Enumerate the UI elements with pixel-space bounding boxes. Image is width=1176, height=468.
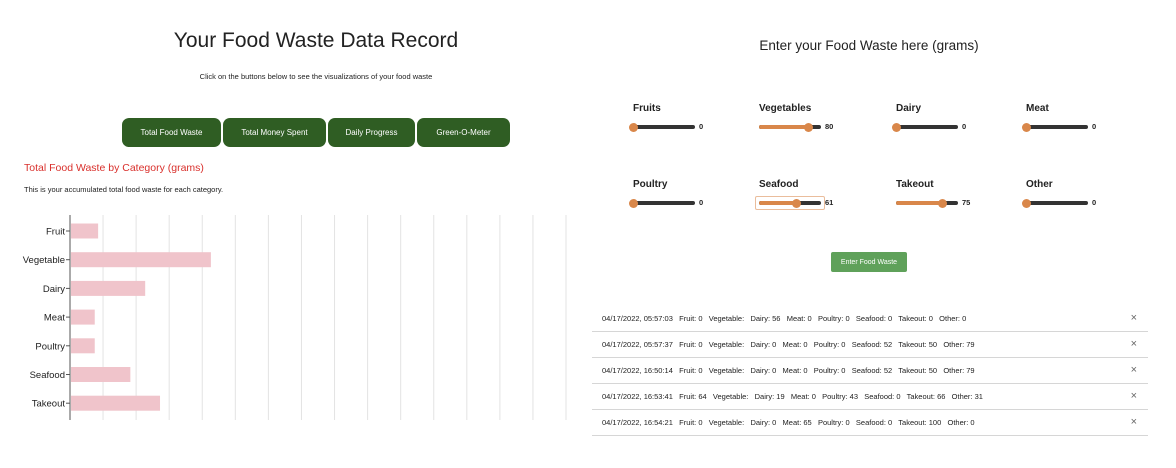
slider-meat: Meat 0 bbox=[1021, 103, 1146, 133]
slider-label: Seafood bbox=[759, 179, 799, 190]
food-waste-bar-chart: Fruit Vegetable Dairy Meat Poultry Seafood Tak… bbox=[0, 210, 580, 430]
bar-vegetable bbox=[71, 252, 211, 268]
log-entry-text: 04/17/2022, 16:50:14 Fruit: 0 Vegetable:… bbox=[602, 366, 975, 375]
bar-takeout bbox=[71, 395, 161, 411]
page-subtitle: Click on the buttons below to see the vi… bbox=[199, 72, 433, 81]
fruits-slider[interactable] bbox=[628, 122, 695, 132]
other-slider[interactable] bbox=[1021, 198, 1088, 208]
slider-takeout: Takeout 75 bbox=[896, 179, 1016, 209]
seafood-slider[interactable] bbox=[759, 198, 821, 208]
log-row: 04/17/2022, 16:53:41 Fruit: 64 Vegetable… bbox=[592, 384, 1148, 410]
slider-seafood: Seafood 61 bbox=[755, 179, 879, 210]
slider-fruits: Fruits 0 bbox=[628, 103, 753, 133]
poultry-slider[interactable] bbox=[628, 198, 695, 208]
slider-thumb[interactable] bbox=[804, 122, 814, 132]
chart-description: This is your accumulated total food wast… bbox=[24, 185, 224, 194]
slider-thumb[interactable] bbox=[1021, 198, 1031, 208]
visualization-panel: Your Food Waste Data Record Click on the… bbox=[0, 0, 585, 468]
close-icon[interactable]: × bbox=[1131, 339, 1137, 350]
page-title: Your Food Waste Data Record bbox=[173, 29, 459, 52]
log-row: 04/17/2022, 05:57:37 Fruit: 0 Vegetable:… bbox=[592, 332, 1148, 358]
total-money-spent-button[interactable]: Total Money Spent bbox=[223, 118, 326, 147]
y-tick-label-meat: Meat bbox=[44, 313, 65, 324]
total-food-waste-button[interactable]: Total Food Waste bbox=[122, 118, 221, 147]
slider-thumb[interactable] bbox=[628, 198, 638, 208]
slider-value: 0 bbox=[1092, 122, 1097, 131]
slider-thumb[interactable] bbox=[1021, 122, 1031, 132]
bar-meat bbox=[71, 309, 95, 325]
log-entry-text: 04/17/2022, 05:57:37 Fruit: 0 Vegetable:… bbox=[602, 340, 975, 349]
slider-label: Dairy bbox=[896, 103, 922, 114]
y-tick-label-poultry: Poultry bbox=[35, 341, 65, 352]
log-entry-text: 04/17/2022, 05:57:03 Fruit: 0 Vegetable:… bbox=[602, 314, 967, 323]
slider-thumb[interactable] bbox=[792, 198, 802, 208]
bar-dairy bbox=[71, 280, 146, 296]
bar-poultry bbox=[71, 338, 95, 354]
slider-thumb[interactable] bbox=[628, 122, 638, 132]
slider-other: Other 0 bbox=[1021, 179, 1146, 209]
slider-value: 75 bbox=[962, 198, 971, 207]
log-row: 04/17/2022, 16:50:14 Fruit: 0 Vegetable:… bbox=[592, 358, 1148, 384]
bar-chart-svg: Fruit Vegetable Dairy Meat Poultry Seafood Tak… bbox=[23, 215, 567, 420]
close-icon[interactable]: × bbox=[1131, 365, 1137, 376]
slider-poultry: Poultry 0 bbox=[628, 179, 753, 209]
close-icon[interactable]: × bbox=[1131, 313, 1137, 324]
entry-title: Enter your Food Waste here (grams) bbox=[759, 38, 979, 53]
slider-label: Takeout bbox=[896, 179, 934, 190]
slider-vegetables: Vegetables 80 bbox=[759, 103, 879, 133]
slider-label: Poultry bbox=[633, 179, 668, 190]
log-row: 04/17/2022, 05:57:03 Fruit: 0 Vegetable:… bbox=[592, 306, 1148, 332]
bar-seafood bbox=[71, 367, 131, 382]
chart-title: Total Food Waste by Category (grams) bbox=[24, 162, 204, 174]
y-tick-label-fruit: Fruit bbox=[46, 227, 65, 238]
takeout-slider[interactable] bbox=[896, 198, 958, 208]
slider-fill bbox=[759, 125, 809, 129]
slider-value: 0 bbox=[699, 198, 704, 207]
y-tick-label-takeout: Takeout bbox=[32, 399, 66, 410]
log-row: 04/17/2022, 16:54:21 Fruit: 0 Vegetable:… bbox=[592, 410, 1148, 436]
green-o-meter-button[interactable]: Green-O-Meter bbox=[417, 118, 510, 147]
vegetables-slider[interactable] bbox=[759, 122, 821, 132]
slider-value: 80 bbox=[825, 122, 834, 131]
y-tick-label-vegetable: Vegetable bbox=[23, 255, 65, 266]
bar-fruit bbox=[71, 223, 99, 239]
slider-label: Fruits bbox=[633, 103, 661, 114]
log-entry-text: 04/17/2022, 16:53:41 Fruit: 64 Vegetable… bbox=[602, 392, 983, 401]
daily-progress-button[interactable]: Daily Progress bbox=[328, 118, 415, 147]
slider-label: Other bbox=[1026, 179, 1053, 190]
y-tick-label-seafood: Seafood bbox=[30, 370, 65, 381]
slider-label: Meat bbox=[1026, 103, 1049, 114]
slider-value: 0 bbox=[1092, 198, 1097, 207]
close-icon[interactable]: × bbox=[1131, 391, 1137, 402]
slider-value: 61 bbox=[825, 198, 834, 207]
slider-thumb[interactable] bbox=[938, 198, 947, 208]
food-waste-log: 04/17/2022, 05:57:03 Fruit: 0 Vegetable:… bbox=[592, 306, 1148, 436]
dairy-slider[interactable] bbox=[891, 122, 958, 132]
slider-thumb[interactable] bbox=[891, 122, 901, 132]
slider-dairy: Dairy 0 bbox=[891, 103, 1016, 133]
slider-value: 0 bbox=[699, 122, 704, 131]
log-entry-text: 04/17/2022, 16:54:21 Fruit: 0 Vegetable:… bbox=[602, 418, 975, 427]
slider-value: 0 bbox=[962, 122, 967, 131]
meat-slider[interactable] bbox=[1021, 122, 1088, 132]
slider-fill bbox=[896, 201, 943, 205]
enter-food-waste-button[interactable]: Enter Food Waste bbox=[831, 252, 907, 272]
slider-fill bbox=[759, 201, 797, 205]
y-tick-label-dairy: Dairy bbox=[43, 284, 65, 295]
close-icon[interactable]: × bbox=[1131, 417, 1137, 428]
slider-label: Vegetables bbox=[759, 103, 812, 114]
